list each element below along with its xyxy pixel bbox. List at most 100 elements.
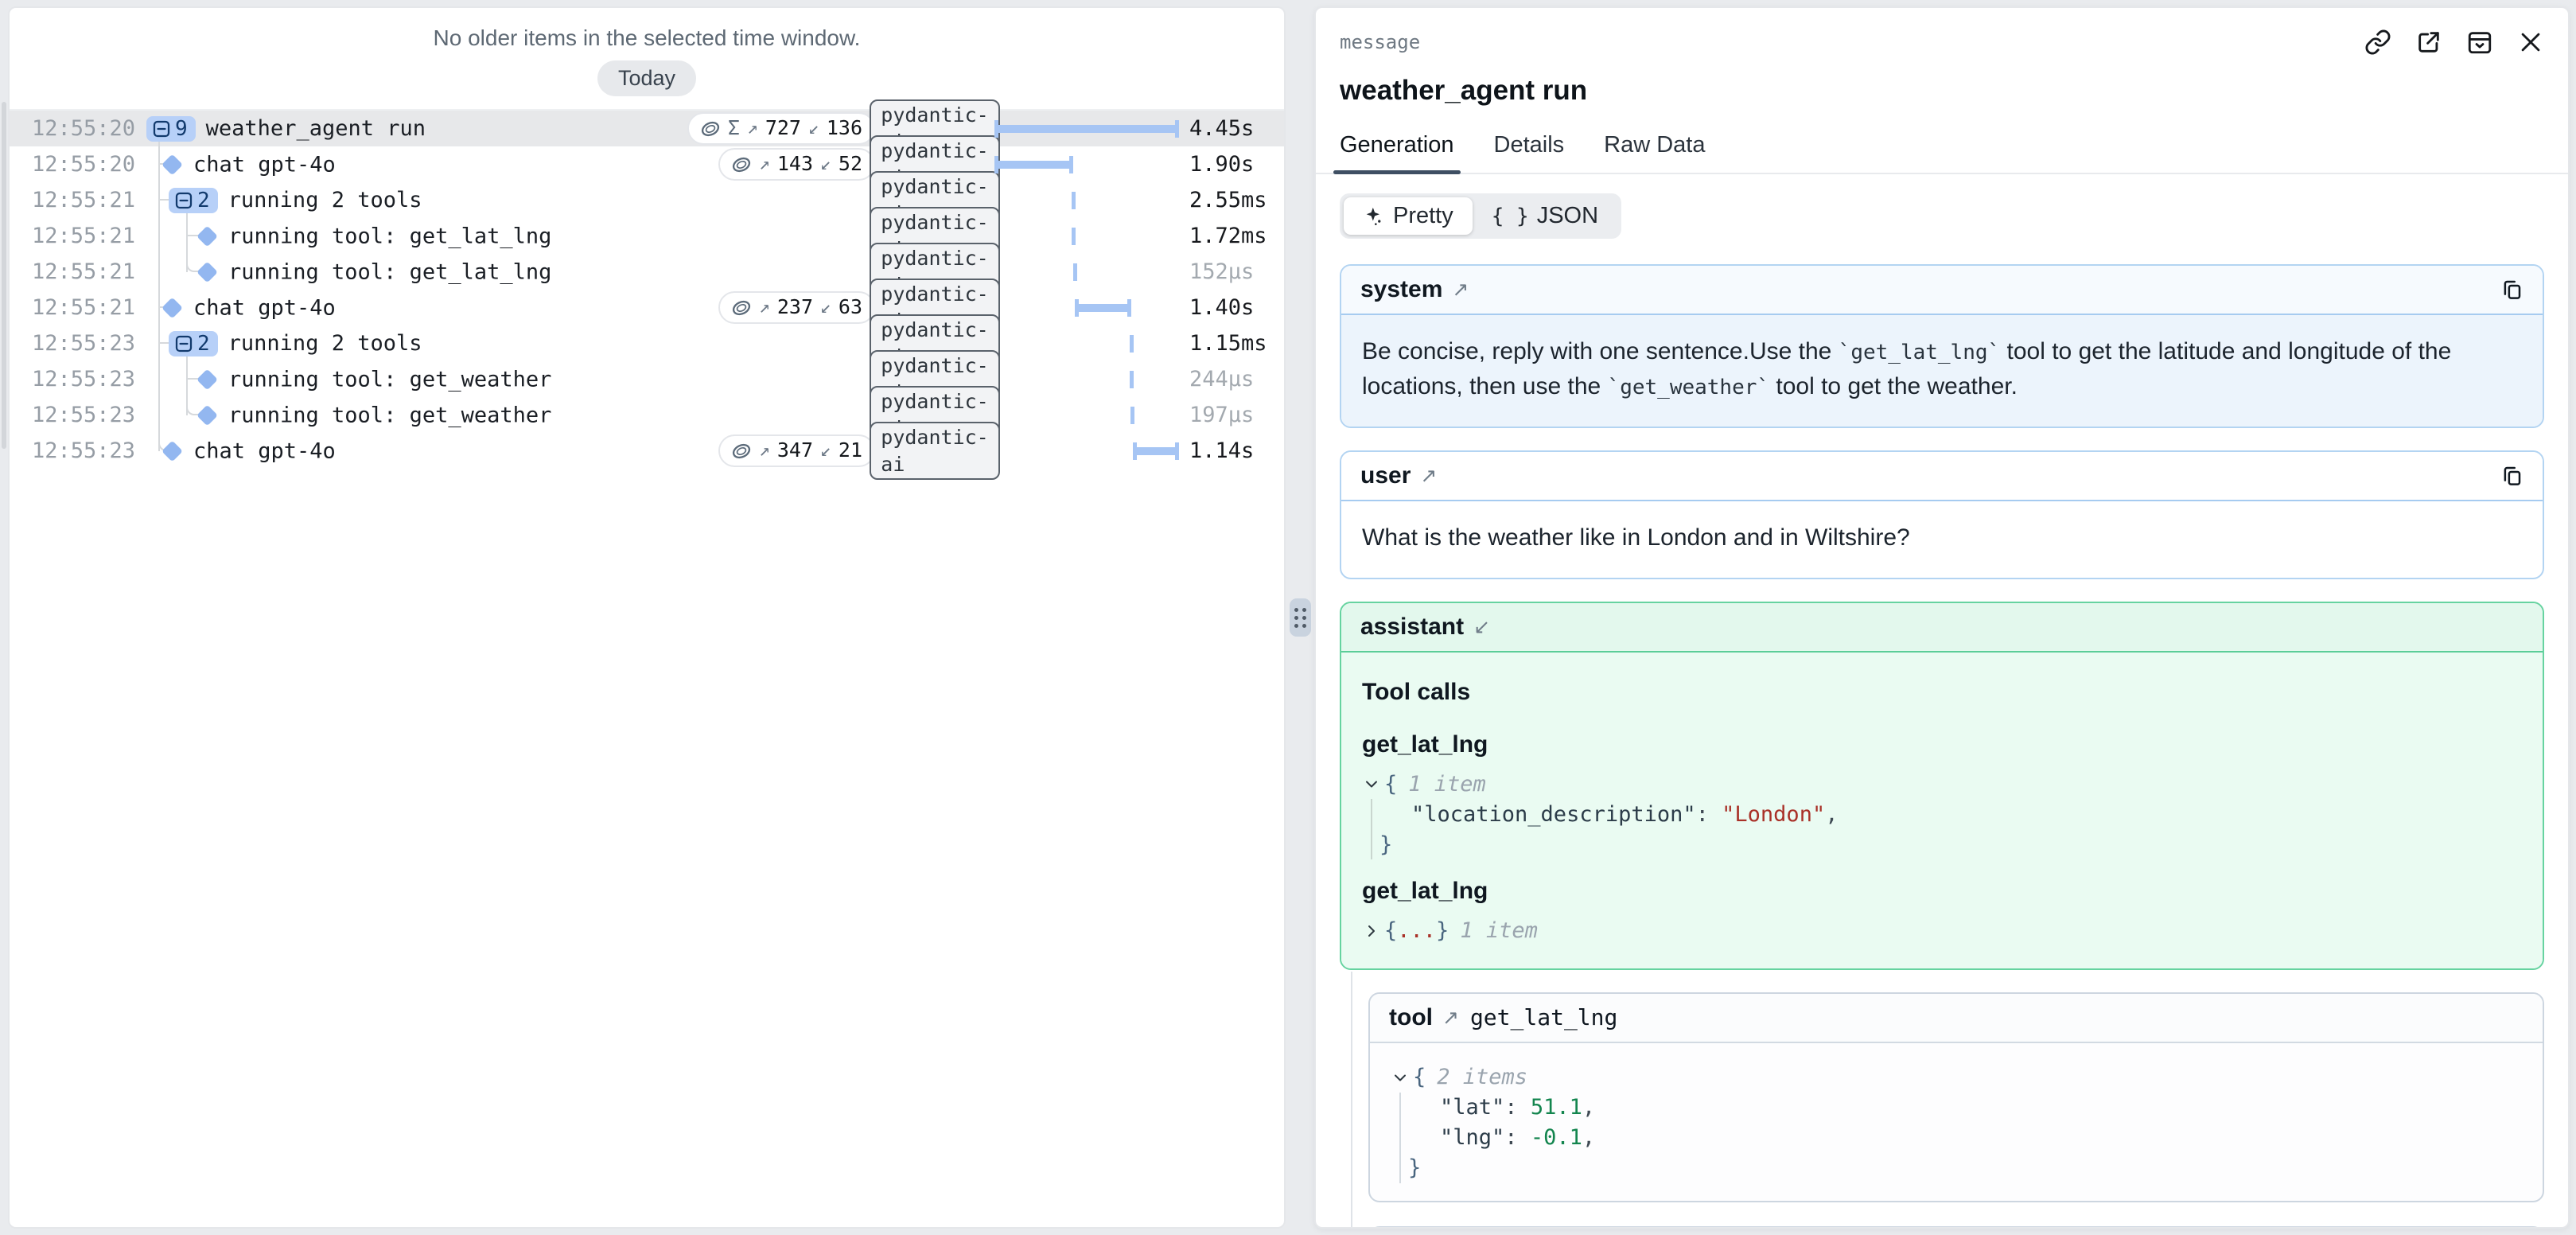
collapse-chip[interactable]: 2 bbox=[169, 331, 218, 356]
trace-row[interactable]: 12:55:23chat gpt-4o↗347↙21pydantic-ai1.1… bbox=[10, 433, 1284, 469]
output-tokens-arrow-icon: ↙ bbox=[820, 296, 831, 320]
chevron-down-icon[interactable] bbox=[1391, 1068, 1410, 1087]
span-duration: 152µs bbox=[1189, 259, 1286, 284]
json-toggle[interactable]: { } JSON bbox=[1473, 197, 1617, 235]
close-icon[interactable] bbox=[2517, 29, 2544, 56]
panel-splitter-handle[interactable] bbox=[1290, 598, 1311, 637]
span-detail-panel: message weather_agent run Generation Det… bbox=[1314, 6, 2570, 1229]
output-token-count: 21 bbox=[839, 438, 862, 464]
duration-bar-track bbox=[994, 254, 1189, 290]
span-duration: 1.90s bbox=[1189, 152, 1286, 177]
trace-row[interactable]: 12:55:21chat gpt-4o↗237↙63pydantic-ai1.4… bbox=[10, 290, 1284, 325]
tool-calls-heading: Tool calls bbox=[1362, 675, 2522, 710]
tool-call-name: get_lat_lng bbox=[1362, 727, 2522, 762]
tool-name: get_lat_lng bbox=[1470, 1004, 1617, 1030]
trace-row[interactable]: 12:55:23running tool: get_weatherpydanti… bbox=[10, 397, 1284, 433]
span-label: running tool: get_lat_lng bbox=[228, 224, 551, 248]
trace-row[interactable]: 12:55:232running 2 toolspydantic-ai1.15m… bbox=[10, 325, 1284, 361]
duration-tick bbox=[1130, 407, 1134, 424]
output-token-count: 52 bbox=[839, 151, 862, 177]
minus-square-icon bbox=[174, 334, 193, 353]
empty-notice: No older items in the selected time wind… bbox=[10, 25, 1284, 51]
copy-icon[interactable] bbox=[2500, 278, 2523, 302]
chevron-right-icon[interactable] bbox=[1362, 921, 1381, 941]
sparkle-icon bbox=[1363, 205, 1385, 228]
span-diamond-icon bbox=[161, 297, 183, 319]
output-token-count: 136 bbox=[827, 115, 862, 142]
tree-line bbox=[158, 361, 160, 397]
role-label: assistant bbox=[1360, 614, 1464, 641]
trace-row[interactable]: 12:55:212running 2 toolspydantic-ai2.55m… bbox=[10, 182, 1284, 218]
duration-bar-track bbox=[994, 182, 1189, 218]
span-label: running 2 tools bbox=[228, 331, 422, 356]
output-tokens-arrow-icon: ↙ bbox=[808, 117, 819, 141]
role-label: user bbox=[1360, 462, 1411, 489]
pretty-toggle[interactable]: Pretty bbox=[1344, 197, 1473, 235]
duration-bar-track bbox=[994, 397, 1189, 433]
json-entry: "lat": 51.1, bbox=[1391, 1093, 2522, 1123]
tab-details[interactable]: Details bbox=[1494, 132, 1565, 173]
token-usage-pill[interactable]: ↗237↙63 bbox=[718, 291, 875, 324]
span-timestamp: 12:55:21 bbox=[10, 224, 129, 248]
span-duration: 1.72ms bbox=[1189, 224, 1286, 248]
left-scrollbar[interactable] bbox=[2, 102, 6, 449]
role-label: tool bbox=[1389, 1004, 1433, 1031]
open-external-icon[interactable] bbox=[2415, 29, 2442, 56]
copy-link-icon[interactable] bbox=[2364, 29, 2391, 56]
braces-icon: { } bbox=[1492, 205, 1529, 228]
span-timestamp: 12:55:23 bbox=[10, 403, 129, 427]
chevron-down-icon[interactable] bbox=[1362, 774, 1381, 793]
span-timestamp: 12:55:21 bbox=[10, 295, 129, 320]
duration-bar bbox=[1075, 299, 1131, 317]
span-label: chat gpt-4o bbox=[193, 152, 336, 177]
copy-icon[interactable] bbox=[2500, 464, 2523, 488]
token-usage-pill[interactable]: ↗143↙52 bbox=[718, 148, 875, 181]
span-timestamp: 12:55:21 bbox=[10, 259, 129, 284]
indent-guide bbox=[1399, 1093, 1401, 1183]
span-duration: 4.45s bbox=[1189, 116, 1286, 141]
span-duration: 197µs bbox=[1189, 403, 1286, 427]
span-diamond-icon bbox=[161, 154, 183, 176]
span-timestamp: 12:55:23 bbox=[10, 367, 129, 392]
service-badge[interactable]: pydantic-ai bbox=[870, 422, 999, 481]
trace-row[interactable]: 12:55:23running tool: get_weatherpydanti… bbox=[10, 361, 1284, 397]
tab-raw-data[interactable]: Raw Data bbox=[1604, 132, 1705, 173]
message-tool-return: tool ↗ get_lat_lng { 2 items "lat": 51.1… bbox=[1368, 992, 2544, 1202]
span-label: chat gpt-4o bbox=[193, 295, 336, 320]
input-token-count: 237 bbox=[777, 294, 813, 321]
token-coin-icon bbox=[731, 298, 752, 318]
detail-tabs: Generation Details Raw Data bbox=[1316, 107, 2568, 174]
trace-row[interactable]: 12:55:21running tool: get_lat_lngpydanti… bbox=[10, 218, 1284, 254]
span-duration: 1.15ms bbox=[1189, 331, 1286, 356]
tree-line bbox=[158, 397, 160, 433]
tab-generation[interactable]: Generation bbox=[1340, 132, 1454, 173]
span-duration: 2.55ms bbox=[1189, 188, 1286, 212]
token-coin-icon bbox=[731, 154, 752, 175]
message-assistant: assistant ↙ Tool calls get_lat_lng { 1 i… bbox=[1340, 602, 2544, 969]
today-button[interactable]: Today bbox=[597, 60, 696, 96]
input-token-count: 347 bbox=[777, 438, 813, 464]
span-timestamp: 12:55:20 bbox=[10, 152, 129, 177]
trace-row[interactable]: 12:55:209weather_agent runΣ↗727↙136pydan… bbox=[10, 111, 1284, 146]
trace-row[interactable]: 12:55:21running tool: get_lat_lngpydanti… bbox=[10, 254, 1284, 290]
tool-connector-line bbox=[1351, 972, 1352, 1229]
token-usage-pill[interactable]: ↗347↙21 bbox=[718, 434, 875, 467]
outbound-arrow-icon: ↗ bbox=[1452, 278, 1469, 302]
json-entry: "lng": -0.1, bbox=[1391, 1123, 2522, 1153]
outbound-arrow-icon: ↗ bbox=[1442, 1006, 1459, 1030]
dock-panel-icon[interactable] bbox=[2466, 29, 2493, 56]
span-timestamp: 12:55:21 bbox=[10, 188, 129, 212]
duration-tick bbox=[1130, 371, 1134, 388]
trace-row[interactable]: 12:55:20chat gpt-4o↗143↙52pydantic-ai1.9… bbox=[10, 146, 1284, 182]
duration-bar-track bbox=[994, 146, 1189, 182]
span-diamond-icon bbox=[196, 261, 218, 283]
message-tool-return: tool ↗ get_lat_lng { 2 items bbox=[1368, 1226, 2544, 1229]
user-message-text: What is the weather like in London and i… bbox=[1341, 501, 2543, 578]
duration-bar-track bbox=[994, 290, 1189, 325]
duration-tick bbox=[1130, 335, 1134, 353]
tree-line bbox=[158, 218, 160, 254]
duration-bar-track bbox=[994, 361, 1189, 397]
duration-bar-track bbox=[994, 325, 1189, 361]
collapse-chip[interactable]: 9 bbox=[146, 116, 196, 142]
collapse-chip[interactable]: 2 bbox=[169, 188, 218, 213]
